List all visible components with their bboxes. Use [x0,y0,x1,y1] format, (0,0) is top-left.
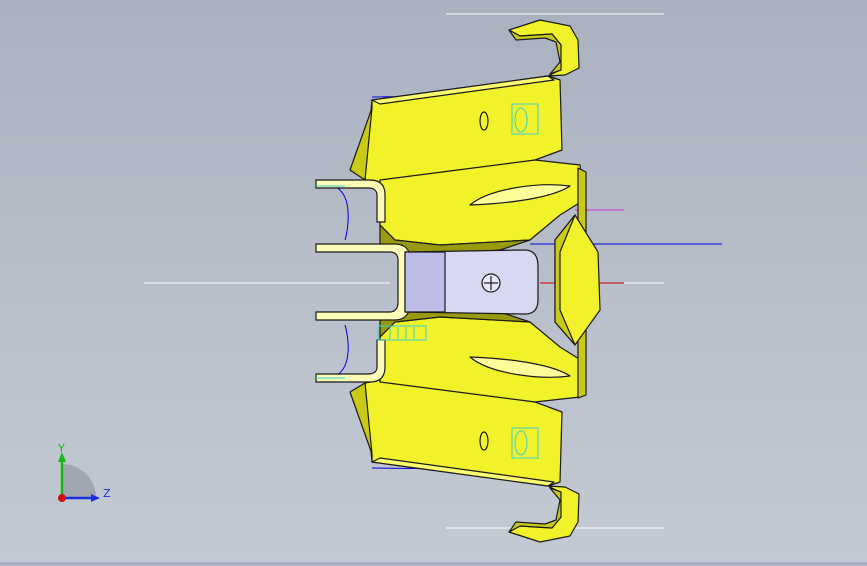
upper-hook-body[interactable] [508,19,580,77]
upper-hook-inner [508,29,562,75]
orientation-triad: Y Z [48,440,118,510]
graphics-viewport[interactable]: Y Z [0,0,867,562]
lower-hook-inner [508,487,562,533]
sketch-arc-lower [329,324,349,379]
x-axis-dot [58,494,66,502]
lower-bracket[interactable] [315,339,386,383]
u-channel-body[interactable] [315,243,411,321]
slot-plate[interactable] [404,249,539,315]
model-view[interactable] [0,0,867,562]
selected-edges [316,185,345,379]
upper-hook[interactable] [508,19,580,77]
sketch-arc-upper [329,184,349,241]
lower-hole [479,431,489,451]
lower-hook-body[interactable] [508,485,580,543]
z-axis-label: Z [103,487,111,500]
y-axis-label: Y [58,442,65,455]
upper-hole [479,111,489,131]
lower-hook[interactable] [508,485,580,543]
triad-view-plane [62,464,96,498]
slot-plate-side [404,251,446,313]
